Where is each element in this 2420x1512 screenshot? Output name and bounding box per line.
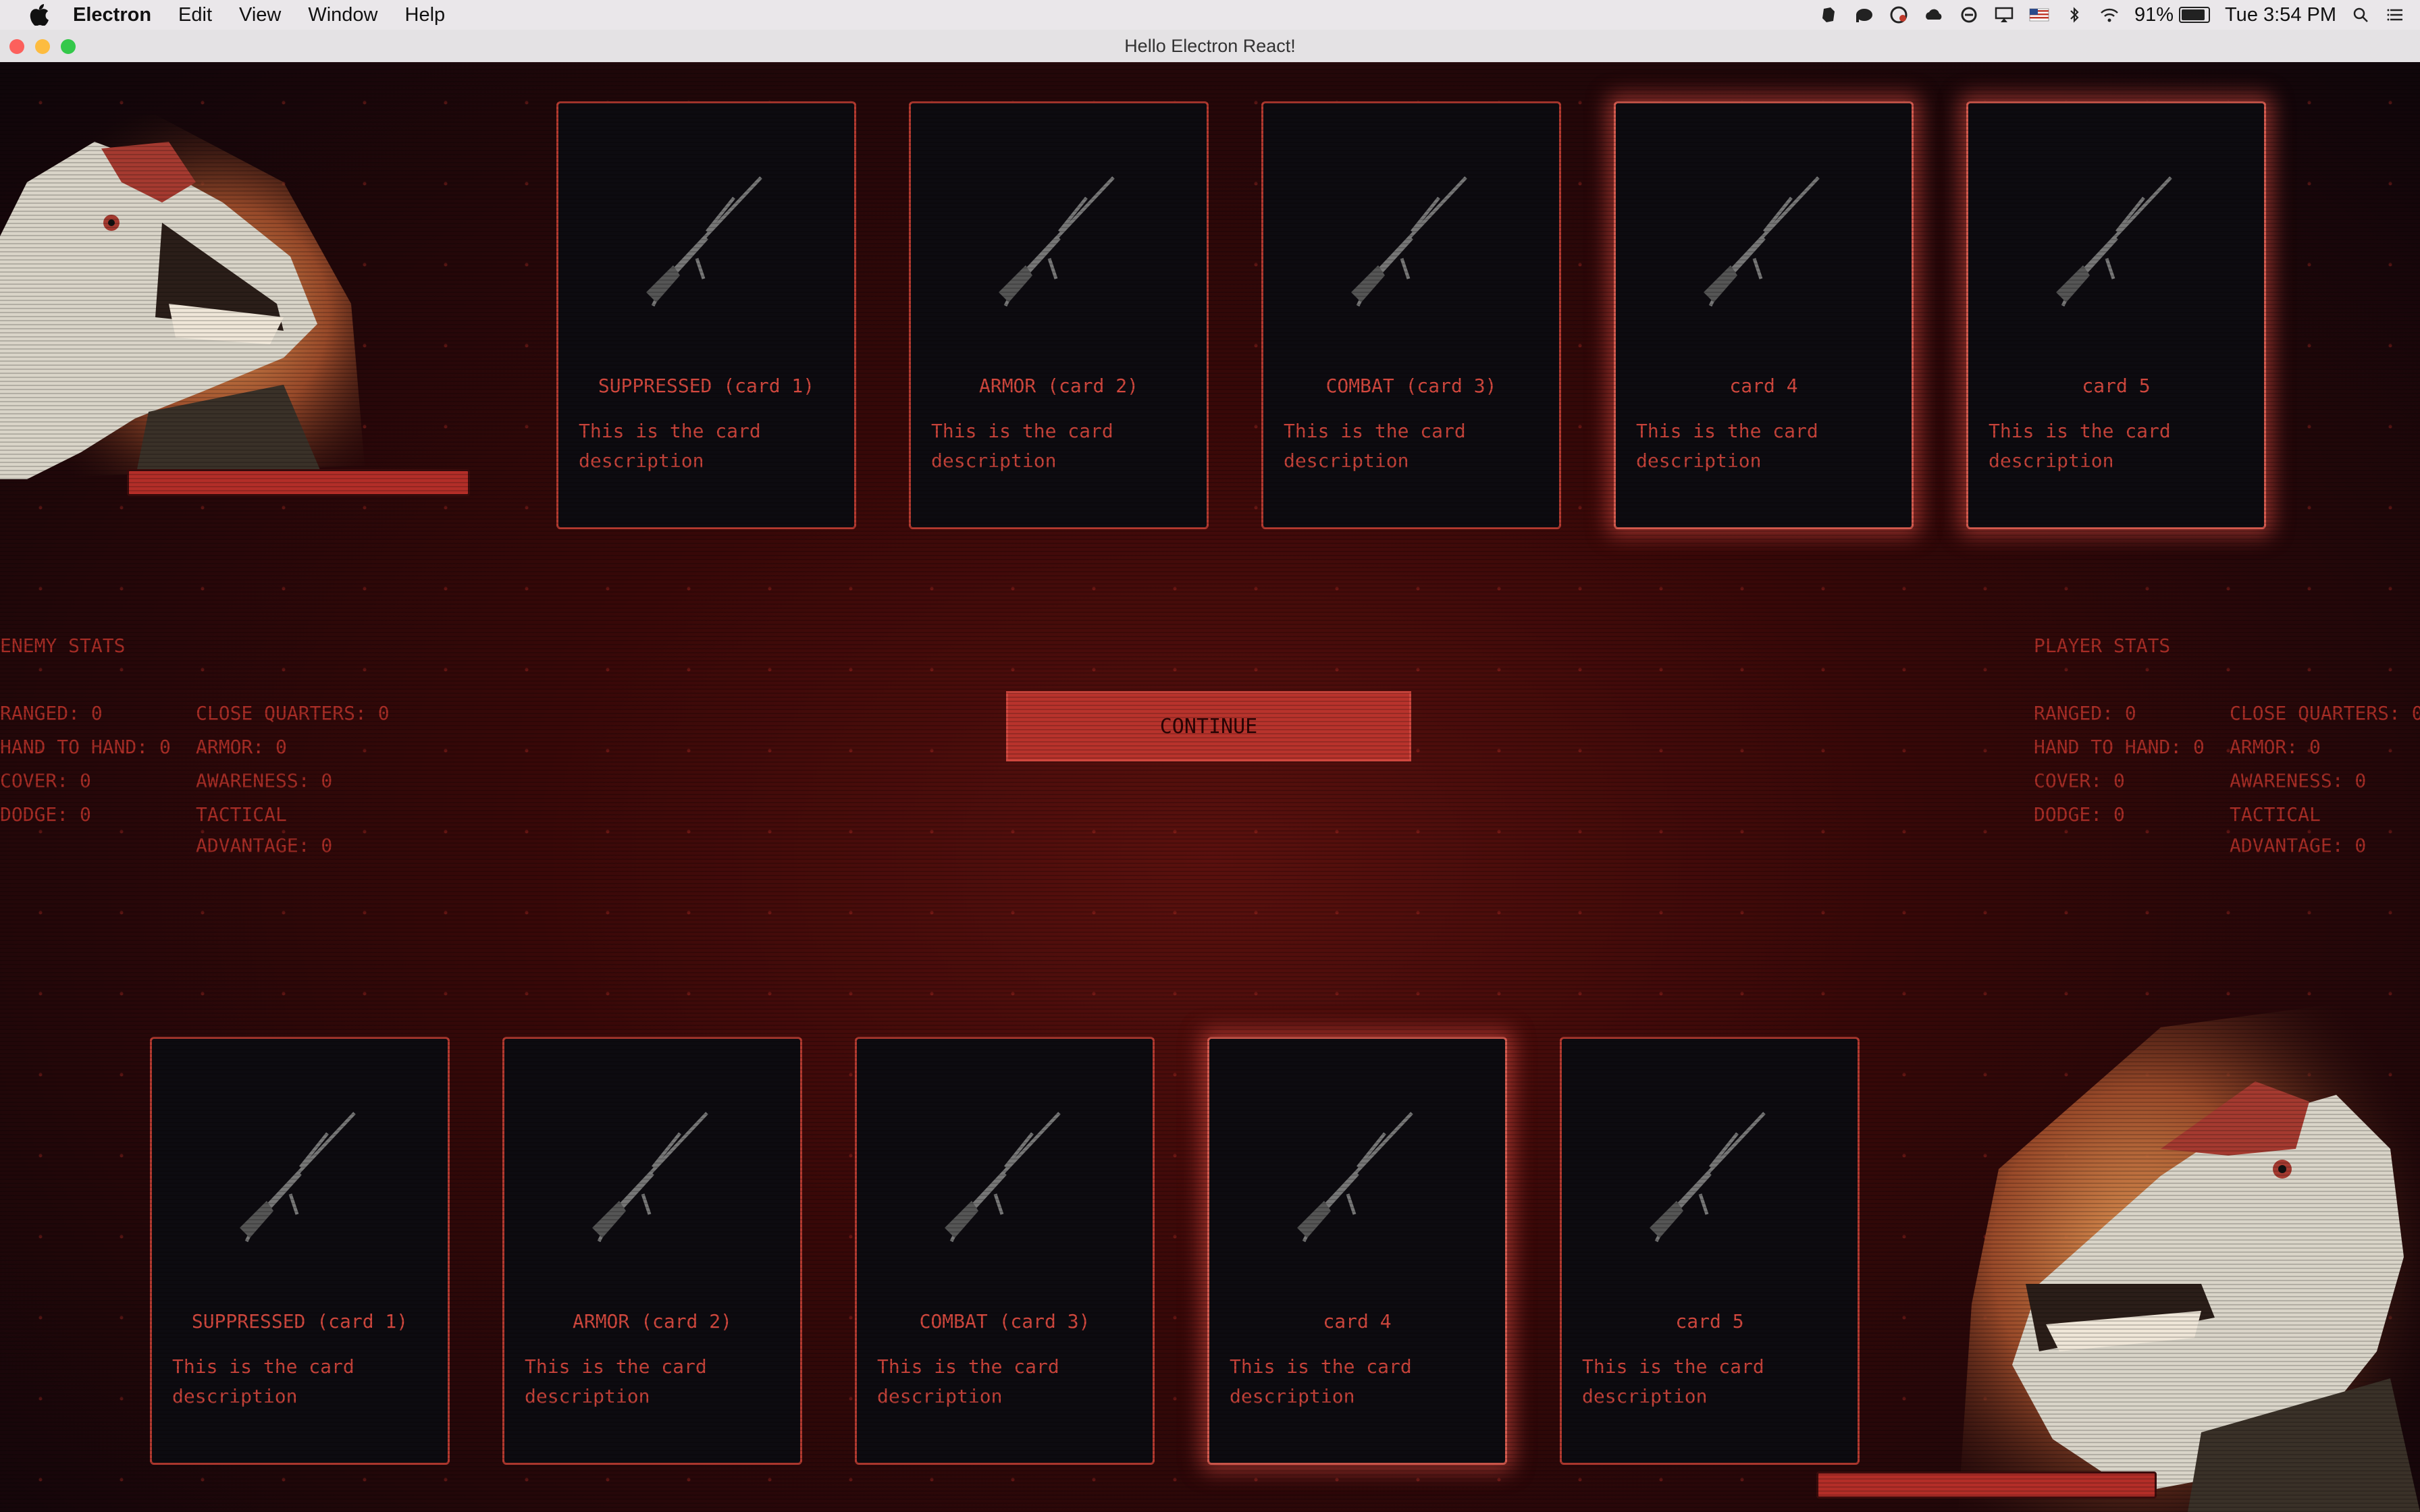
enemy-stat-advantage: ADVANTAGE: 0	[196, 834, 333, 857]
enemy-card-2[interactable]: ARMOR (card 2) This is the card descript…	[909, 101, 1209, 529]
window-titlebar: Hello Electron React!	[0, 30, 2420, 63]
zoom-window-button[interactable]	[61, 39, 76, 54]
player-stat-ranged: RANGED: 0	[2034, 702, 2136, 724]
airplay-icon[interactable]	[1994, 6, 2014, 24]
apple-icon[interactable]	[26, 4, 53, 26]
player-card-4[interactable]: card 4 This is the card description	[1207, 1037, 1507, 1465]
game-board: SUPPRESSED (card 1) This is the card des…	[0, 62, 2420, 1512]
rifle-icon	[2056, 176, 2172, 307]
menu-help[interactable]: Help	[405, 4, 446, 26]
player-card-5[interactable]: card 5 This is the card description	[1560, 1037, 1860, 1465]
menubar-clock[interactable]: Tue 3:54 PM	[2225, 4, 2336, 26]
rifle-icon	[592, 1112, 708, 1243]
card-description: This is the card description	[1636, 420, 1818, 472]
card-description: This is the card description	[172, 1355, 354, 1407]
battery-indicator[interactable]: 91%	[2134, 3, 2211, 26]
card-title: ARMOR (card 2)	[978, 375, 1138, 397]
us-flag-icon[interactable]	[2029, 6, 2049, 24]
card-description: This is the card description	[1230, 1355, 1412, 1407]
card-description: This is the card description	[525, 1355, 707, 1407]
card-title: ARMOR (card 2)	[572, 1310, 732, 1332]
enemy-stat-awareness: AWARENESS: 0	[196, 770, 333, 792]
player-stat-advantage: ADVANTAGE: 0	[2230, 834, 2367, 857]
menu-app-name[interactable]: Electron	[73, 4, 151, 26]
rifle-icon	[240, 1112, 356, 1243]
card-title: COMBAT (card 3)	[919, 1310, 1090, 1332]
menu-edit[interactable]: Edit	[178, 4, 212, 26]
rifle-icon	[1351, 176, 1467, 307]
card-title: card 4	[1323, 1310, 1392, 1332]
elephant-icon[interactable]	[1853, 6, 1874, 24]
battery-percent: 91%	[2134, 3, 2174, 26]
enemy-stat-cover: COVER: 0	[0, 770, 91, 792]
player-health-bar	[1816, 1472, 2157, 1498]
player-stat-armor: ARMOR: 0	[2230, 736, 2321, 758]
cloud-icon[interactable]	[1924, 6, 1944, 24]
player-stat-hand-to-hand: HAND TO HAND: 0	[2034, 736, 2205, 758]
enemy-stats-heading: ENEMY STATS	[0, 634, 126, 657]
player-card-2[interactable]: ARMOR (card 2) This is the card descript…	[502, 1037, 802, 1465]
rifle-icon	[1650, 1112, 1766, 1243]
player-stats-panel: PLAYER STATS RANGED: 0 HAND TO HAND: 0 C…	[2034, 634, 2420, 938]
enemy-stat-close-quarters: CLOSE QUARTERS: 0	[196, 702, 390, 724]
enemy-stat-ranged: RANGED: 0	[0, 702, 103, 724]
rifle-icon	[646, 176, 762, 307]
card-title: card 4	[1729, 375, 1798, 397]
card-description: This is the card description	[1284, 420, 1466, 472]
card-description: This is the card description	[579, 420, 761, 472]
notification-center-icon[interactable]	[2386, 6, 2406, 24]
spotlight-search-icon[interactable]	[2351, 6, 2371, 24]
card-title: card 5	[2082, 375, 2151, 397]
player-stat-dodge: DODGE: 0	[2034, 803, 2125, 826]
battery-icon	[2179, 7, 2211, 23]
rifle-icon	[945, 1112, 1061, 1243]
card-title: SUPPRESSED (card 1)	[598, 375, 815, 397]
enemy-health-bar	[127, 469, 470, 496]
player-card-3[interactable]: COMBAT (card 3) This is the card descrip…	[855, 1037, 1155, 1465]
creative-cloud-icon[interactable]	[1889, 6, 1909, 24]
player-stats-heading: PLAYER STATS	[2034, 634, 2171, 657]
player-card-1[interactable]: SUPPRESSED (card 1) This is the card des…	[150, 1037, 450, 1465]
enemy-portrait	[0, 101, 365, 479]
card-title: COMBAT (card 3)	[1325, 375, 1497, 397]
card-title: SUPPRESSED (card 1)	[191, 1310, 409, 1332]
enemy-stat-hand-to-hand: HAND TO HAND: 0	[0, 736, 171, 758]
player-stat-tactical: TACTICAL	[2230, 803, 2321, 826]
enemy-card-1[interactable]: SUPPRESSED (card 1) This is the card des…	[556, 101, 856, 529]
bluetooth-icon[interactable]	[2064, 6, 2084, 24]
evernote-icon[interactable]	[1818, 6, 1839, 24]
enemy-card-5[interactable]: card 5 This is the card description	[1966, 101, 2266, 529]
close-window-button[interactable]	[9, 39, 24, 54]
wifi-icon[interactable]	[2099, 6, 2120, 24]
menu-window[interactable]: Window	[308, 4, 377, 26]
rifle-icon	[1704, 176, 1820, 307]
card-description: This is the card description	[931, 420, 1113, 472]
player-stat-close-quarters: CLOSE QUARTERS: 0	[2230, 702, 2420, 724]
enemy-stat-tactical: TACTICAL	[196, 803, 287, 826]
rifle-icon	[1297, 1112, 1413, 1243]
enemy-stat-armor: ARMOR: 0	[196, 736, 287, 758]
enemy-stat-dodge: DODGE: 0	[0, 803, 91, 826]
macos-menubar: Electron Edit View Window Help 91% Tue 3…	[0, 0, 2420, 30]
player-stat-awareness: AWARENESS: 0	[2230, 770, 2367, 792]
menubar-status-area: 91% Tue 3:54 PM	[1818, 0, 2406, 30]
player-portrait	[1958, 1000, 2420, 1512]
minimize-window-button[interactable]	[35, 39, 50, 54]
card-description: This is the card description	[877, 1355, 1059, 1407]
card-description: This is the card description	[1989, 420, 2171, 472]
continue-button[interactable]: CONTINUE	[1006, 691, 1411, 761]
enemy-stats-panel: ENEMY STATS RANGED: 0 HAND TO HAND: 0 CO…	[0, 634, 473, 938]
menu-view[interactable]: View	[239, 4, 281, 26]
player-stat-cover: COVER: 0	[2034, 770, 2125, 792]
window-controls	[9, 39, 76, 54]
card-title: card 5	[1675, 1310, 1744, 1332]
sync-icon[interactable]	[1959, 6, 1979, 24]
enemy-card-4[interactable]: card 4 This is the card description	[1614, 101, 1914, 529]
enemy-card-3[interactable]: COMBAT (card 3) This is the card descrip…	[1261, 101, 1561, 529]
card-description: This is the card description	[1582, 1355, 1764, 1407]
window-title: Hello Electron React!	[1124, 35, 1296, 56]
rifle-icon	[999, 176, 1115, 307]
